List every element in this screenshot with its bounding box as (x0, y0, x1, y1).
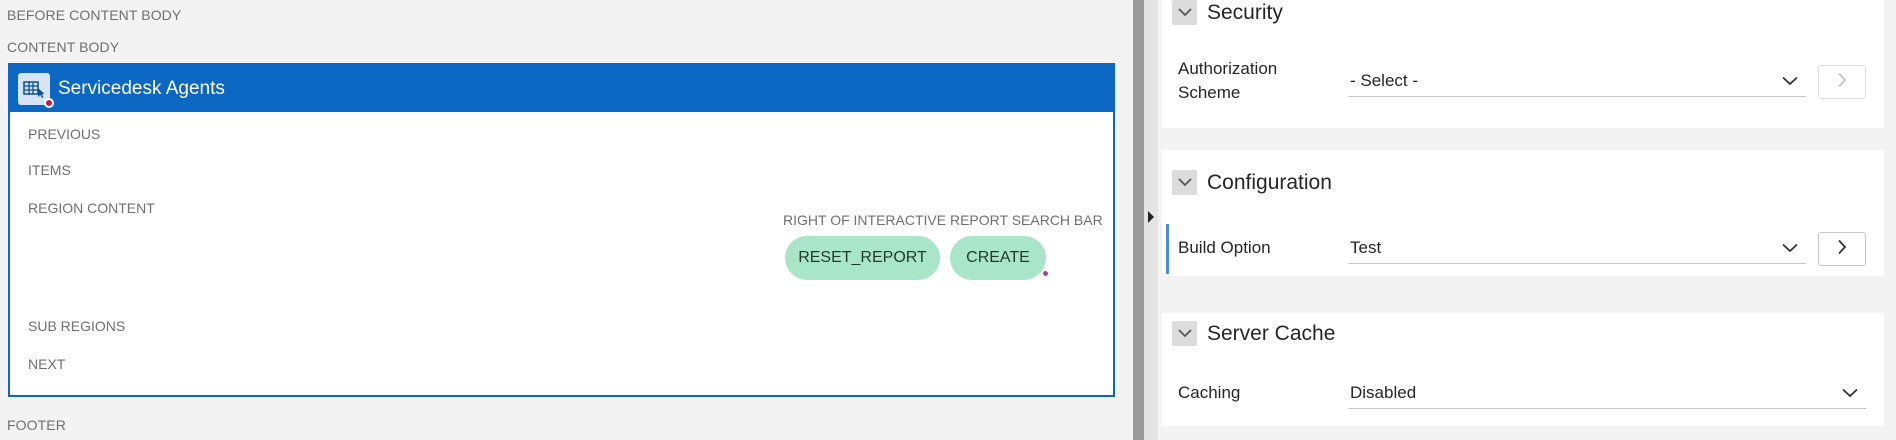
chevron-down-icon (1782, 238, 1798, 258)
group-server-cache: Server Cache Caching Disabled (1162, 313, 1884, 426)
position-right-of-search-bar: RIGHT OF INTERACTIVE REPORT SEARCH BAR (783, 212, 1103, 228)
property-editor: Security Authorization Scheme - Select -… (1162, 0, 1884, 440)
interactive-report-icon (18, 72, 54, 108)
chevron-down-icon[interactable] (1172, 0, 1197, 25)
authorization-scheme-label: Authorization Scheme (1178, 59, 1278, 102)
region-header[interactable]: Servicedesk Agents (10, 65, 1113, 112)
go-to-build-option-button[interactable] (1818, 232, 1866, 266)
build-option-value: Test (1350, 237, 1382, 257)
position-next: NEXT (28, 356, 66, 372)
caching-value: Disabled (1350, 382, 1417, 402)
chevron-down-icon (1842, 383, 1858, 403)
group-title: Configuration (1207, 170, 1332, 194)
group-server-cache-header[interactable]: Server Cache (1172, 321, 1335, 346)
group-security-header[interactable]: Security (1172, 0, 1283, 25)
status-dot (1041, 269, 1050, 278)
caching-select[interactable]: Disabled (1348, 377, 1866, 409)
position-sub-regions: SUB REGIONS (28, 318, 126, 334)
create-button[interactable]: CREATE (950, 236, 1050, 280)
create-button-label: CREATE (966, 249, 1030, 266)
position-content-body: CONTENT BODY (7, 39, 120, 55)
chevron-right-icon (1837, 72, 1847, 93)
region-title: Servicedesk Agents (58, 77, 225, 99)
chevron-right-icon (1837, 239, 1847, 260)
position-items: ITEMS (28, 162, 71, 178)
group-configuration-header[interactable]: Configuration (1172, 170, 1332, 195)
authorization-scheme-value: - Select - (1350, 70, 1419, 90)
caret-right-icon[interactable] (1148, 211, 1154, 223)
chevron-down-icon (1782, 71, 1798, 91)
chevron-down-icon[interactable] (1172, 170, 1197, 195)
authorization-scheme-select[interactable]: - Select - (1348, 65, 1806, 97)
build-option-label: Build Option (1178, 238, 1271, 257)
position-region-content: REGION CONTENT (28, 200, 155, 216)
chevron-down-icon[interactable] (1172, 321, 1197, 346)
build-option-select[interactable]: Test (1348, 232, 1806, 264)
go-to-authorization-scheme-button[interactable] (1818, 65, 1866, 99)
position-before-content-body: BEFORE CONTENT BODY (7, 7, 182, 23)
changed-indicator (1166, 224, 1169, 274)
position-previous: PREVIOUS (28, 126, 101, 142)
layout-canvas: BEFORE CONTENT BODY CONTENT BODY Service… (0, 0, 1144, 440)
group-title: Server Cache (1207, 321, 1336, 345)
group-configuration: Configuration Build Option Test (1162, 150, 1884, 276)
group-security: Security Authorization Scheme - Select - (1162, 0, 1884, 128)
region-servicedesk-agents[interactable]: Servicedesk Agents PREVIOUS ITEMS REGION… (8, 63, 1115, 397)
position-footer: FOOTER (7, 417, 66, 433)
group-title: Security (1207, 0, 1283, 24)
reset-report-button[interactable]: RESET_REPORT (785, 236, 940, 280)
status-dot (44, 97, 54, 108)
caching-label: Caching (1178, 383, 1241, 402)
